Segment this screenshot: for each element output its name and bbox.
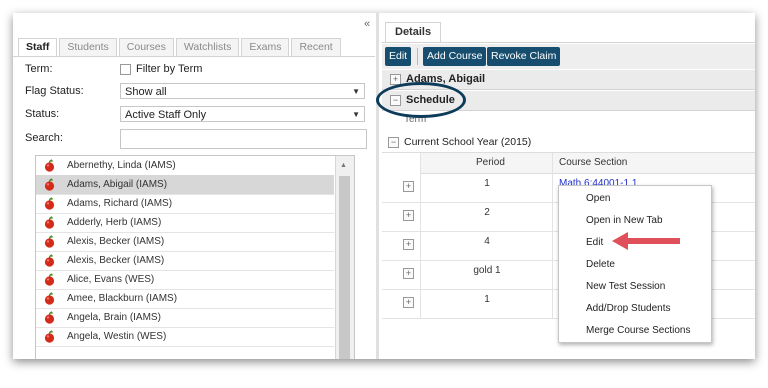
schedule-highlight-ring <box>376 82 466 118</box>
tab-watchlists[interactable]: Watchlists <box>175 38 240 56</box>
schedule-table-header: Period Course Section <box>420 153 755 174</box>
panel-divider[interactable] <box>376 13 379 359</box>
menu-item-open[interactable]: Open <box>586 193 610 204</box>
apple-icon <box>36 197 63 210</box>
staff-name: Adams, Richard (IAMS) <box>67 198 173 209</box>
period-cell: 2 <box>484 207 490 218</box>
list-scrollbar[interactable]: ▲ <box>335 156 354 359</box>
apple-icon <box>36 216 63 229</box>
list-item[interactable]: Adams, Richard (IAMS) <box>36 194 334 214</box>
details-tab-underline <box>382 42 755 43</box>
staff-name: Angela, Brain (IAMS) <box>67 312 161 323</box>
menu-item-new-test-session[interactable]: New Test Session <box>586 281 665 292</box>
status-value: Active Staff Only <box>125 109 207 121</box>
tab-underline <box>13 56 375 57</box>
apple-icon <box>36 330 63 343</box>
course-section-column-header: Course Section <box>559 157 628 168</box>
filter-by-term-checkbox[interactable] <box>120 64 131 75</box>
status-label: Status: <box>25 108 60 120</box>
staff-name: Adams, Abigail (IAMS) <box>67 179 168 190</box>
list-item[interactable]: Adams, Abigail (IAMS) <box>36 175 334 195</box>
term-label: Term: <box>25 63 53 75</box>
toolbar-separator <box>417 48 418 65</box>
flag-status-select[interactable]: Show all ▼ <box>120 83 365 99</box>
chevron-down-icon: ▼ <box>352 110 360 119</box>
menu-item-edit[interactable]: Edit <box>586 237 603 248</box>
search-label: Search: <box>25 132 63 144</box>
list-item[interactable]: Angela, Brain (IAMS) <box>36 308 334 328</box>
list-item[interactable]: Alexis, Becker (IAMS) <box>36 232 334 252</box>
tab-courses[interactable]: Courses <box>118 38 174 56</box>
scrollbar-thumb[interactable] <box>339 176 350 359</box>
search-tabs: Staff Students Courses Watchlists Exams … <box>18 38 343 56</box>
period-cell: 4 <box>484 236 490 247</box>
staff-name: Amee, Blackburn (IAMS) <box>67 293 178 304</box>
status-select[interactable]: Active Staff Only ▼ <box>120 106 365 122</box>
expand-icon[interactable]: + <box>403 239 414 250</box>
flag-status-label: Flag Status: <box>25 85 84 97</box>
period-cell: 1 <box>484 178 490 189</box>
tab-students[interactable]: Students <box>59 38 117 56</box>
context-menu: Open Open in New Tab Edit Delete New Tes… <box>558 185 712 343</box>
period-cell: gold 1 <box>473 265 501 276</box>
school-year-row[interactable]: − Current School Year (2015) <box>382 133 755 153</box>
chevron-down-icon: ▼ <box>352 87 360 96</box>
expand-icon[interactable]: + <box>403 181 414 192</box>
apple-icon <box>36 178 63 191</box>
list-item[interactable]: Adderly, Herb (IAMS) <box>36 213 334 233</box>
filter-by-term-label: Filter by Term <box>136 63 203 75</box>
staff-name: Alice, Evans (WES) <box>67 274 155 285</box>
list-item[interactable]: Amee, Blackburn (IAMS) <box>36 289 334 309</box>
list-item[interactable]: Alexis, Becker (IAMS) <box>36 251 334 271</box>
tab-recent[interactable]: Recent <box>291 38 341 56</box>
staff-name: Alexis, Becker (IAMS) <box>67 255 165 266</box>
staff-name: Angela, Westin (WES) <box>67 331 167 342</box>
collapse-icon[interactable]: − <box>388 137 399 148</box>
list-item[interactable]: Abernethy, Linda (IAMS) <box>36 156 334 176</box>
collapse-panel-button[interactable]: « <box>361 19 373 31</box>
menu-item-open-new-tab[interactable]: Open in New Tab <box>586 215 663 226</box>
menu-item-merge-course-sections[interactable]: Merge Course Sections <box>586 325 691 336</box>
apple-icon <box>36 273 63 286</box>
apple-icon <box>36 254 63 267</box>
school-year-label: Current School Year (2015) <box>404 136 532 148</box>
apple-icon <box>36 292 63 305</box>
period-column-header: Period <box>476 157 505 168</box>
expand-icon[interactable]: + <box>403 210 414 221</box>
edit-button[interactable]: Edit <box>385 47 412 66</box>
list-item[interactable]: Angela, Westin (WES) <box>36 327 334 347</box>
staff-name: Alexis, Becker (IAMS) <box>67 236 165 247</box>
apple-icon <box>36 311 63 324</box>
apple-icon <box>36 235 63 248</box>
menu-item-add-drop-students[interactable]: Add/Drop Students <box>586 303 671 314</box>
revoke-claim-button[interactable]: Revoke Claim <box>487 47 561 66</box>
apple-icon <box>36 159 63 172</box>
menu-item-delete[interactable]: Delete <box>586 259 615 270</box>
flag-status-value: Show all <box>125 86 167 98</box>
tab-staff[interactable]: Staff <box>18 38 58 56</box>
add-course-button[interactable]: Add Course <box>423 47 487 66</box>
expand-icon[interactable]: + <box>403 297 414 308</box>
staff-name: Adderly, Herb (IAMS) <box>67 217 162 228</box>
pointer-arrow-icon <box>612 232 680 250</box>
expand-icon[interactable]: + <box>403 268 414 279</box>
tab-details[interactable]: Details <box>385 22 442 42</box>
tab-exams[interactable]: Exams <box>241 38 290 56</box>
scroll-up-icon[interactable]: ▲ <box>340 162 347 169</box>
staff-name: Abernethy, Linda (IAMS) <box>67 160 176 171</box>
left-panel: « Staff Students Courses Watchlists Exam… <box>13 13 375 359</box>
search-input[interactable] <box>120 129 367 149</box>
staff-list: Abernethy, Linda (IAMS) Adams, Abigail (I… <box>35 155 355 359</box>
app-window: « Staff Students Courses Watchlists Exam… <box>13 13 755 359</box>
list-item[interactable]: Alice, Evans (WES) <box>36 270 334 290</box>
period-cell: 1 <box>484 294 490 305</box>
details-toolbar: Edit Add Course Revoke Claim <box>382 44 755 69</box>
